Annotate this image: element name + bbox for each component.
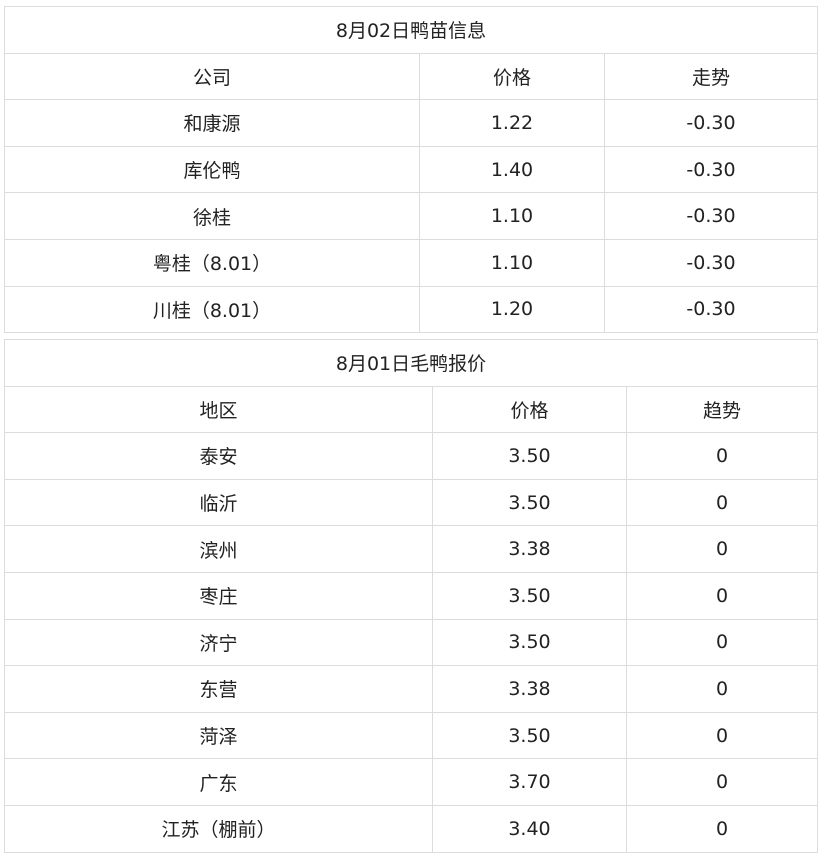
price-cell: 3.50 [432,618,627,667]
price-cell: 3.50 [432,571,627,620]
column-header-trend: 趋势 [626,385,818,434]
trend-cell: -0.30 [604,238,818,287]
region-cell: 滨州 [4,525,433,573]
trend-cell: 0 [626,665,818,713]
price-cell: 3.50 [432,711,627,760]
price-cell: 3.50 [432,478,627,527]
price-cell: 1.20 [419,285,605,334]
price-cell: 3.70 [432,758,627,806]
table-row: 川桂（8.01） 1.20 -0.30 [4,285,818,334]
column-header-trend: 走势 [604,52,818,101]
table-row: 江苏（棚前） 3.40 0 [4,804,818,853]
table-header-row: 地区 价格 趋势 [4,385,818,434]
company-cell: 川桂（8.01） [4,285,420,334]
table-row: 和康源 1.22 -0.30 [4,99,818,147]
column-header-price: 价格 [419,52,605,101]
region-cell: 东营 [4,665,433,713]
region-cell: 江苏（棚前） [4,804,433,853]
trend-cell: -0.30 [604,145,818,194]
table-row: 滨州 3.38 0 [4,525,818,573]
trend-cell: 0 [626,804,818,853]
table-title: 8月01日毛鸭报价 [4,339,818,387]
meat-duck-price-table: 8月01日毛鸭报价 地区 价格 趋势 泰安 3.50 0 临沂 3.50 0 滨… [4,339,818,853]
trend-cell: 0 [626,758,818,806]
table-row: 济宁 3.50 0 [4,618,818,667]
price-cell: 3.38 [432,525,627,573]
column-header-price: 价格 [432,385,627,434]
region-cell: 枣庄 [4,571,433,620]
price-cell: 1.22 [419,99,605,147]
table-row: 枣庄 3.50 0 [4,571,818,620]
region-cell: 广东 [4,758,433,806]
table-title-row: 8月01日毛鸭报价 [4,339,818,387]
trend-cell: 0 [626,618,818,667]
trend-cell: -0.30 [604,285,818,334]
price-cell: 3.40 [432,804,627,853]
company-cell: 库伦鸭 [4,145,420,194]
region-cell: 济宁 [4,618,433,667]
table-title-row: 8月02日鸭苗信息 [4,6,818,54]
company-cell: 和康源 [4,99,420,147]
region-cell: 菏泽 [4,711,433,760]
table-row: 菏泽 3.50 0 [4,711,818,760]
price-cell: 3.38 [432,665,627,713]
table-header-row: 公司 价格 走势 [4,52,818,101]
table-title: 8月02日鸭苗信息 [4,6,818,54]
column-header-company: 公司 [4,52,420,101]
region-cell: 泰安 [4,432,433,480]
table-row: 库伦鸭 1.40 -0.30 [4,145,818,194]
price-cell: 1.10 [419,192,605,240]
table-row: 东营 3.38 0 [4,665,818,713]
trend-cell: 0 [626,432,818,480]
price-cell: 3.50 [432,432,627,480]
duckling-price-table: 8月02日鸭苗信息 公司 价格 走势 和康源 1.22 -0.30 库伦鸭 1.… [4,6,818,334]
company-cell: 徐桂 [4,192,420,240]
trend-cell: 0 [626,478,818,527]
table-row: 徐桂 1.10 -0.30 [4,192,818,240]
price-cell: 1.10 [419,238,605,287]
column-header-region: 地区 [4,385,433,434]
trend-cell: -0.30 [604,99,818,147]
table-row: 泰安 3.50 0 [4,432,818,480]
table-row: 广东 3.70 0 [4,758,818,806]
trend-cell: 0 [626,711,818,760]
trend-cell: 0 [626,571,818,620]
region-cell: 临沂 [4,478,433,527]
table-row: 粤桂（8.01） 1.10 -0.30 [4,238,818,287]
company-cell: 粤桂（8.01） [4,238,420,287]
trend-cell: 0 [626,525,818,573]
price-cell: 1.40 [419,145,605,194]
table-row: 临沂 3.50 0 [4,478,818,527]
trend-cell: -0.30 [604,192,818,240]
